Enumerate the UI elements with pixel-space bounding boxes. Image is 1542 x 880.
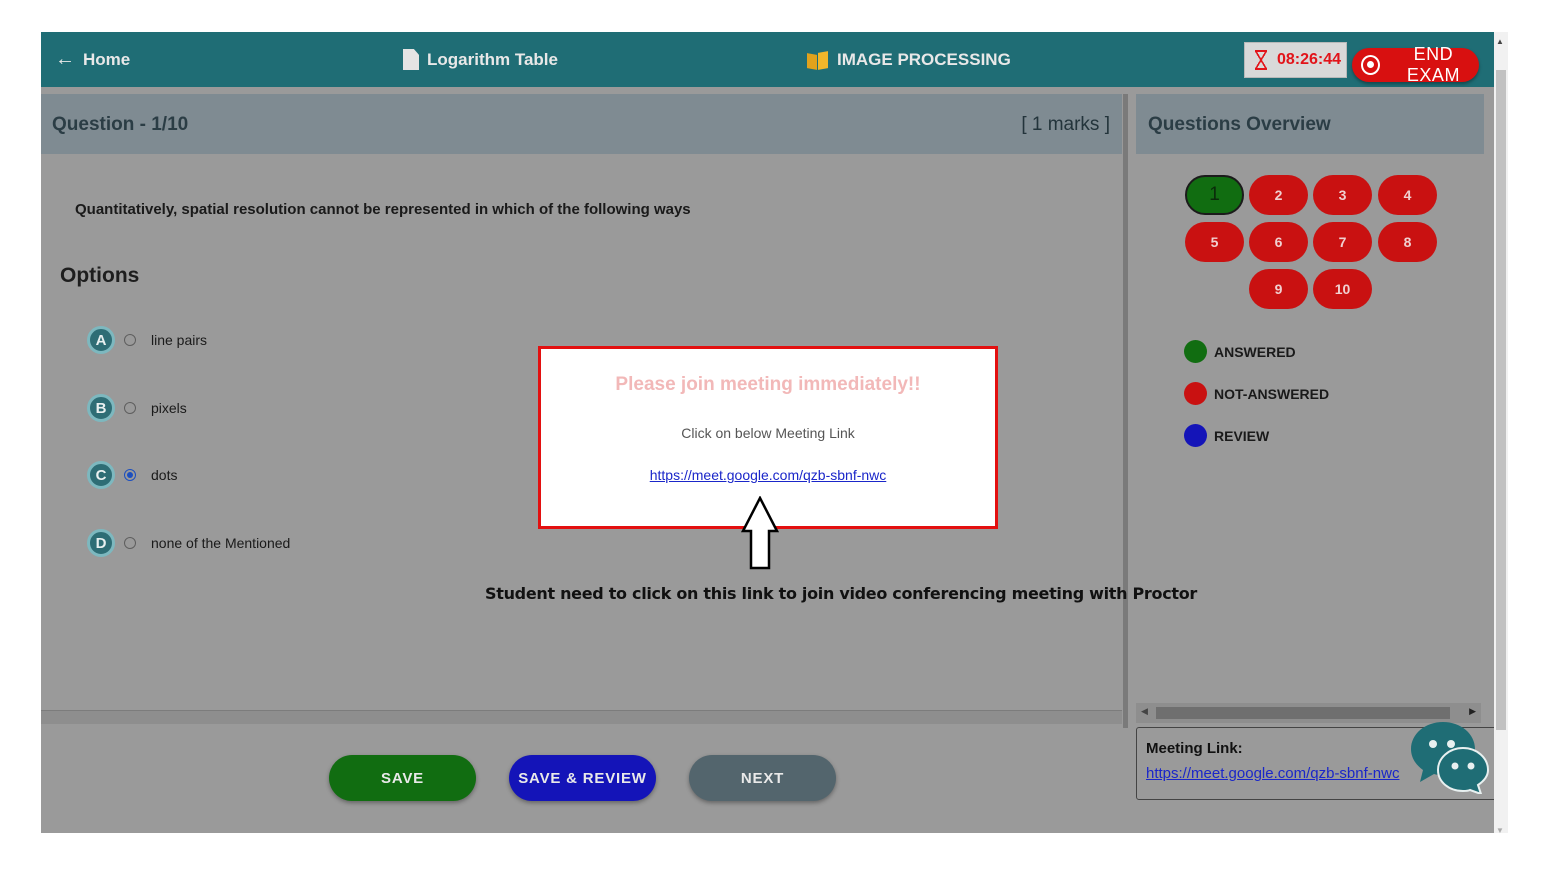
legend-label: REVIEW — [1214, 427, 1270, 444]
option-letter: A — [87, 326, 115, 354]
end-exam-label: END EXAM — [1406, 44, 1460, 85]
subject-title: IMAGE PROCESSING — [807, 32, 1011, 87]
question-marks: [ 1 marks ] — [1021, 114, 1110, 135]
overview-title: Questions Overview — [1148, 114, 1331, 135]
option-letter: B — [87, 394, 115, 422]
option-label: line pairs — [151, 332, 208, 348]
question-button-3[interactable]: 3 — [1313, 175, 1372, 215]
overview-header: Questions Overview — [1136, 94, 1484, 154]
hourglass-icon — [1255, 50, 1267, 70]
end-exam-button[interactable]: END EXAM — [1352, 44, 1479, 85]
chat-icon[interactable] — [1409, 718, 1489, 794]
question-number: Question - 1/10 — [52, 114, 189, 135]
review-dot-icon — [1184, 424, 1207, 447]
scroll-right-icon[interactable]: ▶ — [1469, 706, 1476, 717]
option-radio[interactable] — [124, 334, 136, 346]
save-button[interactable]: SAVE — [329, 755, 476, 801]
exam-timer: 08:26:44 — [1244, 42, 1347, 78]
timer-value: 08:26:44 — [1277, 51, 1342, 68]
question-button-9[interactable]: 9 — [1249, 269, 1308, 309]
modal-title: Please join meeting immediately!! — [615, 374, 921, 395]
book-icon — [807, 50, 829, 70]
answered-dot-icon — [1184, 340, 1207, 363]
document-icon — [403, 49, 419, 70]
option-a[interactable]: A line pairs — [87, 324, 207, 356]
not-answered-dot-icon — [1184, 382, 1207, 405]
page-scroll-thumb[interactable] — [1496, 70, 1506, 730]
scroll-down-icon[interactable]: ▼ — [1496, 826, 1504, 835]
legend-label: ANSWERED — [1214, 343, 1296, 360]
option-c[interactable]: C dots — [87, 459, 177, 491]
save-review-button[interactable]: SAVE & REVIEW — [509, 755, 656, 801]
legend-answered: ANSWERED — [1184, 340, 1296, 363]
question-button-7[interactable]: 7 — [1313, 222, 1372, 262]
top-bar: ← Home Logarithm Table IMAGE PROCESSING … — [41, 32, 1494, 87]
legend-not-answered: NOT-ANSWERED — [1184, 382, 1329, 405]
question-button-5[interactable]: 5 — [1185, 222, 1244, 262]
legend-review: REVIEW — [1184, 424, 1269, 447]
option-letter: C — [87, 461, 115, 489]
stop-icon — [1361, 55, 1380, 75]
question-button-8[interactable]: 8 — [1378, 222, 1437, 262]
next-button[interactable]: NEXT — [689, 755, 836, 801]
logarithm-table-link[interactable]: Logarithm Table — [403, 32, 558, 87]
home-label: Home — [83, 49, 131, 69]
option-radio[interactable] — [124, 402, 136, 414]
panel-divider[interactable] — [1123, 94, 1128, 728]
option-b[interactable]: B pixels — [87, 392, 187, 424]
modal-subtitle: Click on below Meeting Link — [681, 425, 855, 441]
page-vertical-scrollbar[interactable]: ▲ ▼ — [1494, 32, 1508, 835]
option-radio[interactable] — [124, 469, 136, 481]
annotation-text: Student need to click on this link to jo… — [485, 584, 1198, 603]
question-horizontal-scrollbar[interactable] — [41, 710, 1122, 724]
question-button-1[interactable]: 1 — [1185, 175, 1244, 215]
scroll-left-icon[interactable]: ◀ — [1141, 706, 1148, 717]
arrow-up-icon — [741, 496, 779, 570]
option-label: pixels — [151, 400, 187, 416]
arrow-left-icon: ← — [55, 48, 75, 70]
question-button-2[interactable]: 2 — [1249, 175, 1308, 215]
options-title: Options — [60, 264, 140, 287]
question-text: Quantitatively, spatial resolution canno… — [75, 201, 691, 218]
question-button-10[interactable]: 10 — [1313, 269, 1372, 309]
home-link[interactable]: ← Home — [55, 32, 130, 87]
question-button-4[interactable]: 4 — [1378, 175, 1437, 215]
legend-label: NOT-ANSWERED — [1214, 385, 1330, 402]
modal-meeting-link[interactable]: https://meet.google.com/qzb-sbnf-nwc — [541, 467, 995, 483]
scroll-up-icon[interactable]: ▲ — [1496, 37, 1504, 46]
option-label: none of the Mentioned — [151, 535, 291, 551]
scroll-thumb[interactable] — [1156, 707, 1450, 719]
logarithm-table-label: Logarithm Table — [427, 49, 558, 69]
option-radio[interactable] — [124, 537, 136, 549]
subject-label: IMAGE PROCESSING — [837, 49, 1011, 69]
question-header: Question - 1/10 [ 1 marks ] — [41, 94, 1122, 154]
option-letter: D — [87, 529, 115, 557]
option-label: dots — [151, 467, 178, 483]
question-button-6[interactable]: 6 — [1249, 222, 1308, 262]
option-d[interactable]: D none of the Mentioned — [87, 527, 290, 559]
